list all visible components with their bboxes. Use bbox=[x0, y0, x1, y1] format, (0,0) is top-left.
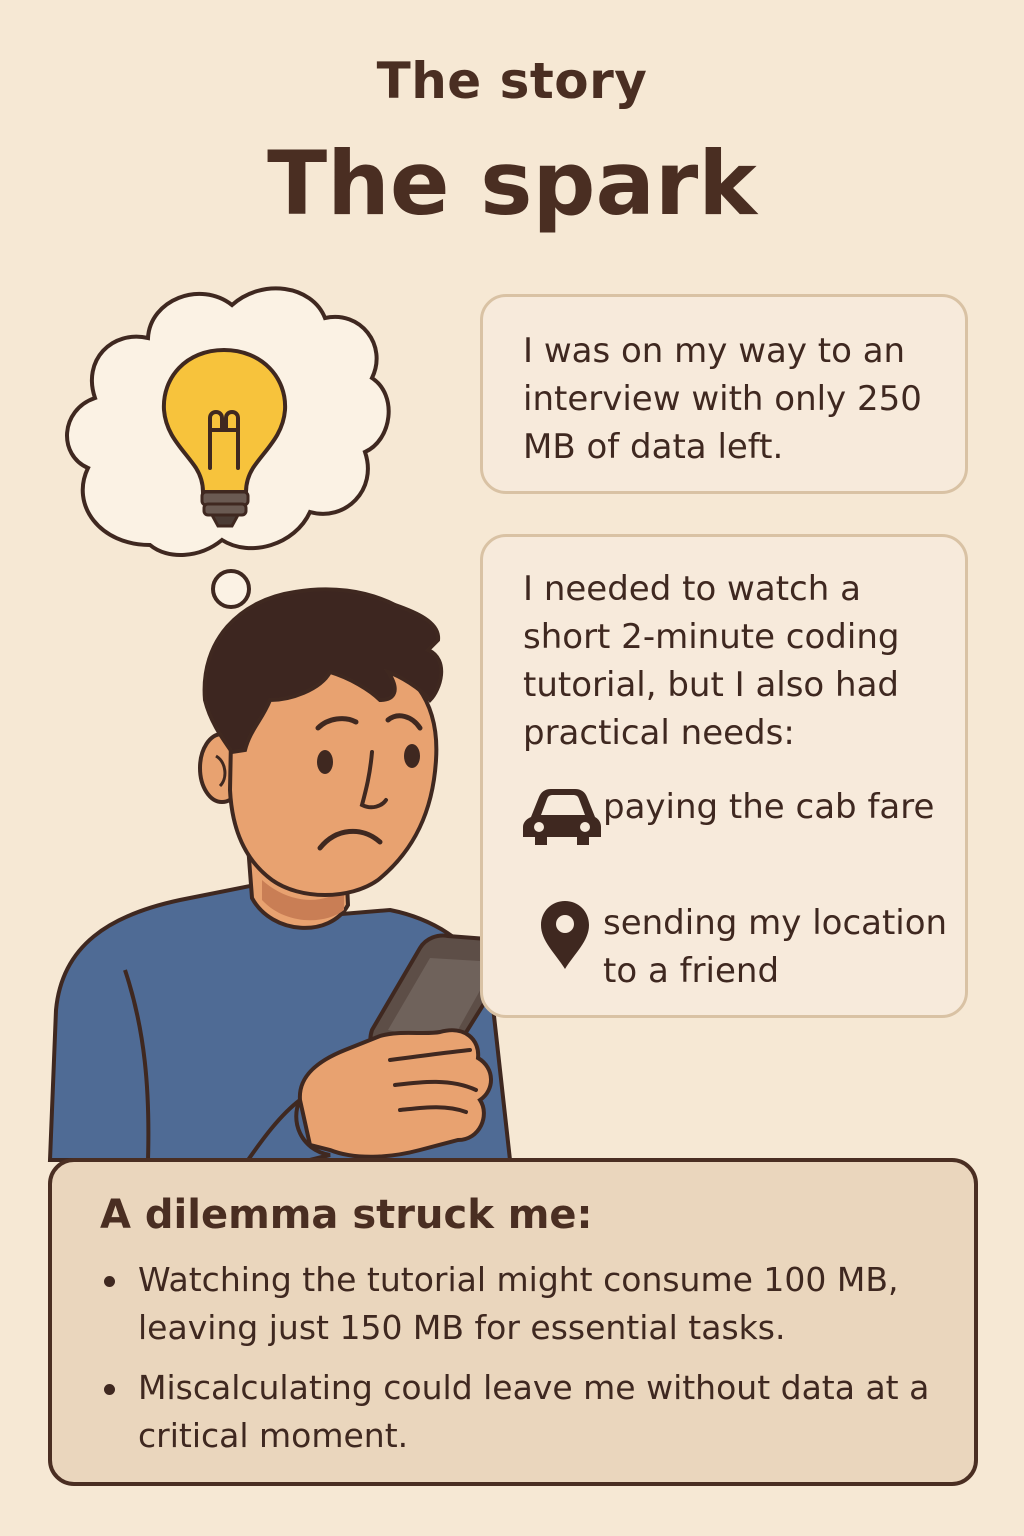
dilemma-bullet: Watching the tutorial might consume 100 … bbox=[100, 1256, 934, 1352]
story-card-data-left: I was on my way to an interview with onl… bbox=[480, 294, 968, 494]
card-text: I needed to watch a short 2-minute codin… bbox=[523, 569, 900, 753]
page-title: The spark bbox=[267, 132, 757, 235]
section-eyebrow: The story bbox=[376, 52, 648, 110]
story-page: The story The spark I was on my way to a… bbox=[0, 0, 1024, 1536]
card-text: I was on my way to an interview with onl… bbox=[523, 331, 922, 467]
need-item-send-location: sending my location to a friend bbox=[523, 899, 963, 995]
dilemma-heading: A dilemma struck me: bbox=[100, 1192, 593, 1238]
car-icon bbox=[523, 783, 603, 847]
need-label: sending my location to a friend bbox=[603, 903, 948, 991]
dilemma-bullet: Miscalculating could leave me without da… bbox=[100, 1364, 934, 1460]
lightbulb-icon bbox=[161, 347, 288, 528]
location-pin-icon bbox=[523, 899, 603, 971]
story-card-needs: I needed to watch a short 2-minute codin… bbox=[480, 534, 968, 1018]
dilemma-box: A dilemma struck me: Watching the tutori… bbox=[48, 1158, 978, 1486]
worried-man-illustration bbox=[47, 587, 515, 1162]
need-label: paying the cab fare bbox=[603, 787, 935, 827]
need-item-cab-fare: paying the cab fare bbox=[523, 783, 953, 847]
dilemma-list: Watching the tutorial might consume 100 … bbox=[100, 1256, 934, 1460]
thought-cloud bbox=[65, 286, 391, 609]
